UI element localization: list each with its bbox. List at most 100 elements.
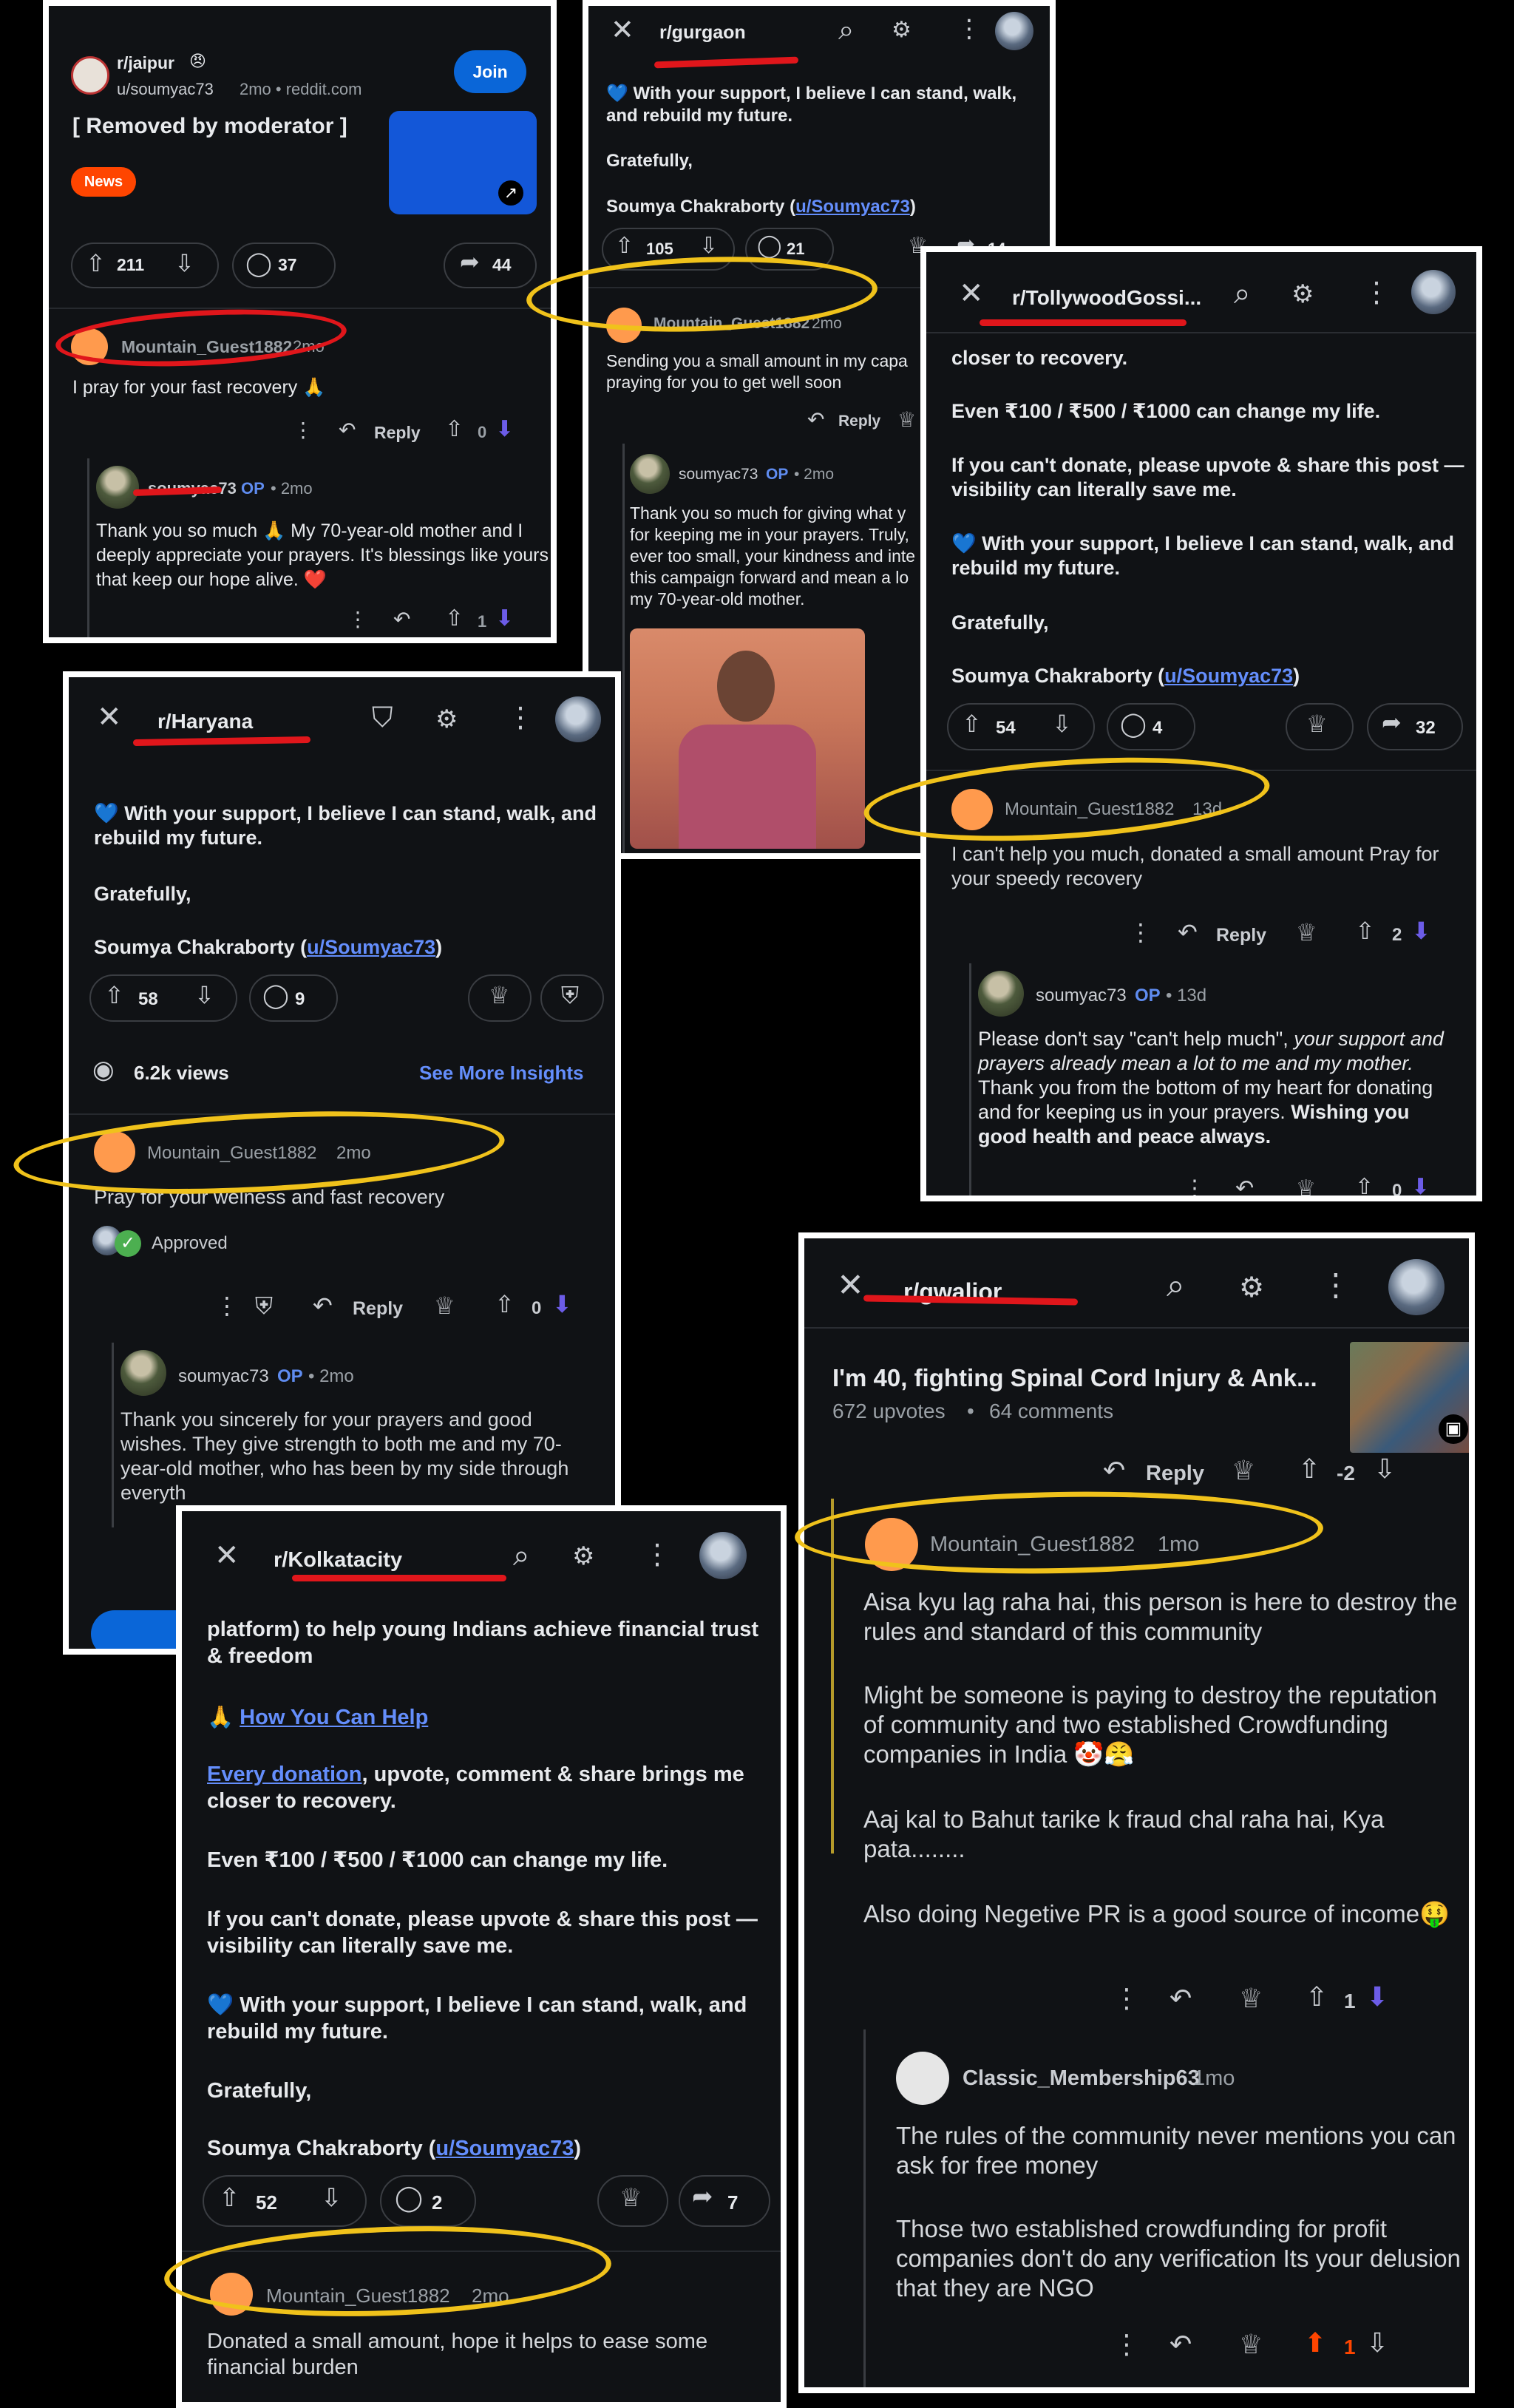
more-icon[interactable]: ⋮ [215,1294,239,1317]
more-icon[interactable]: ⋮ [1320,1269,1351,1300]
reply-icon[interactable]: ↶ [1178,920,1198,944]
reply-button[interactable]: Reply [1146,1462,1204,1486]
user-link[interactable]: u/Soumyac73 [795,197,910,217]
close-icon[interactable]: ✕ [837,1269,864,1302]
more-icon[interactable]: ⋮ [1184,1178,1206,1196]
award-icon[interactable]: ♕ [1296,1178,1316,1196]
downvote-icon[interactable]: ⬇ [495,418,514,441]
upvote-icon[interactable]: ⇧ [445,608,464,630]
post-title[interactable]: [ Removed by moderator ] [72,114,347,139]
subreddit-name[interactable]: r/Kolkatacity [274,1548,402,1573]
avatar[interactable] [699,1532,747,1579]
more-icon[interactable]: ⋮ [957,16,982,41]
shield-icon[interactable]: ⛨ [255,1294,273,1317]
help-link[interactable]: How You Can Help [240,1706,428,1729]
upvote-icon[interactable]: ⇧ [86,251,106,275]
subreddit-icon[interactable] [71,56,109,95]
subreddit-name[interactable]: r/TollywoodGossi... [1012,286,1201,310]
award-icon[interactable]: ♕ [1239,1985,1263,2012]
comment-username[interactable]: soumyac73 [679,466,758,484]
downvote-icon[interactable]: ⇩ [174,251,194,275]
reply-icon[interactable]: ↶ [807,410,824,430]
search-icon[interactable]: ⌕ [513,1541,529,1570]
downvote-icon[interactable]: ⬇ [1366,1984,1388,2010]
avatar[interactable] [896,2052,949,2105]
more-icon[interactable]: ⋮ [1129,920,1153,944]
upvote-icon[interactable]: ⇧ [104,983,124,1007]
upvote-icon[interactable]: ⇧ [1306,1984,1328,2010]
upvote-icon[interactable]: ⇧ [1298,1456,1320,1482]
downvote-icon[interactable]: ⇩ [1052,712,1072,736]
filter-icon[interactable]: ⚙ [892,19,912,41]
downvote-icon[interactable]: ⇩ [699,235,718,257]
upvote-icon[interactable]: ⇧ [445,418,464,441]
downvote-icon[interactable]: ⬇ [1411,1176,1430,1196]
upvote-icon[interactable]: ⇧ [1355,919,1375,943]
user-link[interactable]: u/Soumyac73 [435,2137,574,2160]
downvote-icon[interactable]: ⇩ [194,983,214,1007]
avatar[interactable] [96,466,139,509]
close-icon[interactable]: ✕ [214,1541,240,1570]
close-icon[interactable]: ✕ [959,279,984,308]
comment-username[interactable]: Classic_Membership63 [963,2066,1200,2091]
award-icon[interactable]: ♕ [1239,2331,1263,2358]
avatar[interactable] [1388,1259,1445,1315]
close-icon[interactable]: ✕ [97,702,122,732]
award-icon[interactable]: ♕ [434,1294,455,1317]
award-icon[interactable]: ♕ [897,410,916,430]
upvote-icon[interactable]: ⇧ [219,2185,240,2211]
award-icon[interactable]: ♕ [1232,1457,1255,1484]
reply-icon[interactable]: ↶ [1170,2331,1192,2358]
reply-icon[interactable]: ↶ [1235,1178,1254,1196]
avatar[interactable] [555,696,601,742]
search-icon[interactable]: ⌕ [838,16,854,44]
more-icon[interactable]: ⋮ [643,1541,671,1569]
more-icon[interactable]: ⋮ [506,704,534,732]
user-link[interactable]: u/Soumyac73 [307,936,435,958]
reply-button[interactable]: Reply [838,413,880,430]
more-icon[interactable]: ⋮ [347,609,368,630]
reply-button[interactable]: Reply [353,1298,403,1320]
avatar[interactable] [120,1350,166,1396]
see-insights-link[interactable]: See More Insights [419,1062,584,1085]
mod-icon[interactable]: ⛉ [372,704,393,732]
downvote-icon[interactable]: ⬇ [1411,919,1431,943]
more-icon[interactable]: ⋮ [293,420,313,441]
search-icon[interactable]: ⌕ [1167,1269,1185,1302]
flair-badge[interactable]: News [71,167,136,197]
avatar[interactable] [978,971,1024,1017]
downvote-icon[interactable]: ⇩ [1374,1456,1396,1482]
reply-button[interactable]: Reply [1216,925,1266,946]
comment-username[interactable]: soumyac73 [178,1366,269,1387]
avatar[interactable] [995,12,1033,50]
reply-icon[interactable]: ↶ [393,609,410,630]
subreddit-name[interactable]: r/jaipur [117,53,174,73]
more-icon[interactable]: ⋮ [1362,279,1391,307]
donation-link[interactable]: Every donation [207,1763,362,1786]
downvote-icon[interactable]: ⬇ [552,1292,572,1316]
upvote-icon[interactable]: ⬆ [1304,2330,1326,2356]
upvote-icon[interactable]: ⇧ [495,1292,515,1316]
subreddit-name[interactable]: r/Haryana [157,710,253,733]
downvote-icon[interactable]: ⇩ [321,2185,342,2211]
downvote-icon[interactable]: ⬇ [495,608,514,630]
close-icon[interactable]: ✕ [611,16,634,44]
subreddit-name[interactable]: r/gurgaon [659,22,746,44]
user-link[interactable]: u/Soumyac73 [1164,665,1293,687]
more-icon[interactable]: ⋮ [1113,2331,1140,2358]
avatar[interactable] [1411,270,1456,314]
reply-icon[interactable]: ↶ [339,420,356,441]
reply-icon[interactable]: ↶ [1170,1985,1192,2012]
avatar[interactable] [630,454,670,494]
share-button[interactable] [444,243,537,288]
filter-icon[interactable]: ⚙ [435,707,458,732]
filter-icon[interactable]: ⚙ [1291,282,1314,307]
award-icon[interactable]: ♕ [1296,920,1317,944]
post-title[interactable]: I'm 40, fighting Spinal Cord Injury & An… [832,1364,1317,1392]
upvote-icon[interactable]: ⇧ [615,235,634,257]
comment-username[interactable]: soumyac73 [1036,986,1127,1006]
upvote-icon[interactable]: ⇧ [1355,1176,1374,1196]
mother-photo[interactable] [630,628,865,849]
more-icon[interactable]: ⋮ [1113,1985,1140,2012]
upvote-icon[interactable]: ⇧ [962,712,982,736]
